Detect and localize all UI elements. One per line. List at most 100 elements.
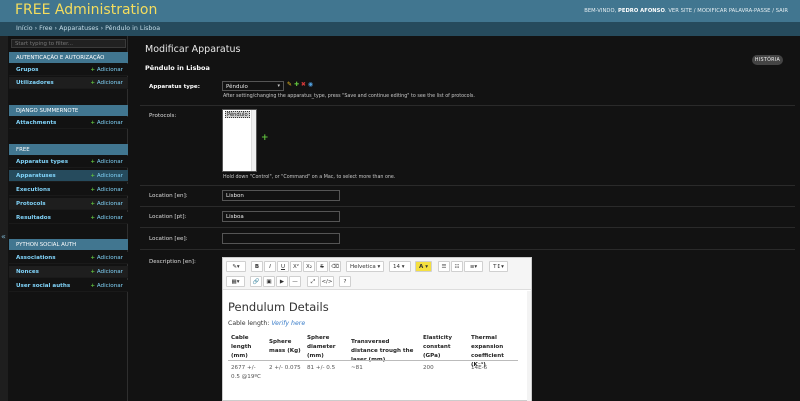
add-plus-icon[interactable]: ✚ — [294, 81, 299, 88]
sidebar-item-attachments[interactable]: Attachments + Adicionar — [9, 117, 128, 129]
sidebar-item-user-social-auths[interactable]: User social auths + Adicionar — [9, 280, 128, 292]
sidebar-item-associations[interactable]: Associations + Adicionar — [9, 252, 128, 264]
sidebar-collapse-toggle[interactable]: « — [0, 36, 8, 401]
editor-content[interactable]: Pendulum Details Cable length: Verify he… — [223, 291, 531, 401]
module-caption-auth[interactable]: AUTENTICAÇÃO E AUTORIZAÇÃO — [9, 52, 128, 63]
font-family-dropdown[interactable]: Helvetica ▾ — [346, 261, 384, 272]
sidebar-item-executions[interactable]: Executions + Adicionar — [9, 184, 128, 196]
nav-filter-input[interactable]: Start typing to filter... — [11, 39, 126, 48]
sidebar-item-label[interactable]: Associations — [16, 255, 56, 261]
description-en-label: Description [en]: — [149, 259, 196, 265]
module-caption-social-auth[interactable]: PYTHON SOCIAL AUTH — [9, 239, 128, 250]
link-icon[interactable]: 🔗 — [250, 276, 262, 287]
form-row-location-pt: Location [pt]: Lisboa — [140, 207, 795, 228]
table-cell: 2 +/- 0.075 — [269, 365, 301, 371]
add-plus-icon[interactable]: + — [261, 133, 269, 143]
site-brand[interactable]: FREE Administration — [15, 2, 157, 18]
add-link[interactable]: + Adicionar — [90, 215, 123, 221]
picture-icon[interactable]: ▣ — [263, 276, 275, 287]
add-link[interactable]: + Adicionar — [90, 67, 123, 73]
table-cell: 200 — [423, 365, 434, 371]
sidebar-item-label[interactable]: Attachments — [16, 120, 56, 126]
fullscreen-icon[interactable]: ⤢ — [307, 276, 319, 287]
sidebar-item-apparatus-types[interactable]: Apparatus types + Adicionar — [9, 156, 128, 168]
apparatus-type-select[interactable]: Pêndulo ▾ — [222, 81, 284, 91]
sidebar-item-label[interactable]: Resultados — [16, 215, 51, 221]
table-header: Elasticity constant (GPa) — [423, 335, 452, 359]
help-icon[interactable]: ? — [339, 276, 351, 287]
protocols-multiselect[interactable]: Pêndulo — [222, 109, 257, 172]
table-cell: 2677 +/- 0.5 @19ºC — [231, 365, 261, 380]
sidebar-item-protocols[interactable]: Protocols + Adicionar — [9, 198, 128, 210]
ordered-list-button[interactable]: ☷ — [451, 261, 463, 272]
code-view-icon[interactable]: </> — [320, 276, 334, 287]
location-ee-input[interactable] — [222, 233, 340, 244]
editor-scrollbar[interactable] — [527, 291, 531, 401]
sidebar-item-label[interactable]: Nonces — [16, 269, 39, 275]
add-link[interactable]: + Adicionar — [90, 159, 123, 165]
form-row-protocols: Protocols: Pêndulo + Hold down "Control"… — [140, 106, 795, 186]
horizontal-rule-icon[interactable]: — — [289, 276, 301, 287]
text-color-button[interactable]: A ▾ — [415, 261, 432, 272]
view-site-link[interactable]: VER SITE — [668, 8, 692, 14]
welcome-text: BEM-VINDO, — [584, 8, 617, 14]
content-heading: Pendulum Details — [228, 300, 329, 314]
rich-text-editor[interactable]: ✎▾ B I U X² X₂ S ⌫ Helvetica ▾ 14 ▾ A ▾ … — [222, 257, 532, 401]
plus-icon: + — [90, 159, 96, 165]
location-en-input[interactable]: Lisbon — [222, 190, 340, 201]
add-link[interactable]: + Adicionar — [90, 120, 123, 126]
add-link[interactable]: + Adicionar — [90, 255, 123, 261]
add-link[interactable]: + Adicionar — [90, 80, 123, 86]
logout-link[interactable]: SAIR — [776, 8, 788, 14]
sidebar-item-label[interactable]: Apparatuses — [16, 173, 56, 179]
line-height-dropdown[interactable]: T↕▾ — [489, 261, 508, 272]
superscript-button[interactable]: X² — [290, 261, 302, 272]
double-chevron-left-icon[interactable]: « — [1, 232, 6, 241]
add-link[interactable]: + Adicionar — [90, 187, 123, 193]
change-password-link[interactable]: MODIFICAR PALAVRA-PASSE — [697, 8, 770, 14]
plus-icon: + — [90, 269, 96, 275]
unordered-list-button[interactable]: ☰ — [438, 261, 450, 272]
site-header: FREE Administration BEM-VINDO, PEDRO AFO… — [0, 0, 800, 22]
sidebar-item-label[interactable]: Apparatus types — [16, 159, 68, 165]
sidebar-item-label[interactable]: Executions — [16, 187, 50, 193]
italic-button[interactable]: I — [264, 261, 276, 272]
sidebar-item-label[interactable]: Protocols — [16, 201, 46, 207]
font-size-dropdown[interactable]: 14 ▾ — [389, 261, 411, 272]
verify-link[interactable]: Verify here — [271, 320, 305, 327]
bold-button[interactable]: B — [251, 261, 263, 272]
add-link[interactable]: + Adicionar — [90, 269, 123, 275]
sidebar-item-resultados[interactable]: Resultados + Adicionar — [9, 212, 128, 224]
plus-icon: + — [90, 67, 96, 73]
sidebar-item-nonces[interactable]: Nonces + Adicionar — [9, 266, 128, 278]
video-icon[interactable]: ▶ — [276, 276, 288, 287]
sidebar-item-utilizadores[interactable]: Utilizadores + Adicionar — [9, 77, 128, 89]
subscript-button[interactable]: X₂ — [303, 261, 315, 272]
sidebar-item-apparatuses[interactable]: Apparatuses + Adicionar — [9, 170, 128, 182]
history-button[interactable]: HISTÓRIA — [752, 55, 783, 65]
magic-style-button[interactable]: ✎▾ — [226, 261, 246, 272]
table-dropdown[interactable]: ▦▾ — [226, 276, 245, 287]
add-link[interactable]: + Adicionar — [90, 173, 123, 179]
strikethrough-button[interactable]: S — [316, 261, 328, 272]
location-pt-input[interactable]: Lisboa — [222, 211, 340, 222]
module-caption-free[interactable]: FREE — [9, 144, 128, 155]
protocol-option[interactable]: Pêndulo — [225, 111, 250, 118]
underline-button[interactable]: U — [277, 261, 289, 272]
add-link[interactable]: + Adicionar — [90, 201, 123, 207]
breadcrumb[interactable]: Início › Free › Apparatuses › Pêndulo in… — [0, 22, 800, 36]
delete-x-icon[interactable]: ✖ — [301, 81, 306, 88]
add-link[interactable]: + Adicionar — [90, 283, 123, 289]
sidebar-item-label[interactable]: Utilizadores — [16, 80, 54, 86]
sidebar-item-grupos[interactable]: Grupos + Adicionar — [9, 64, 128, 76]
form-row-location-ee: Location [ee]: — [140, 228, 795, 250]
view-eye-icon[interactable]: ◉ — [308, 81, 313, 88]
user-tools: BEM-VINDO, PEDRO AFONSO. VER SITE / MODI… — [584, 8, 788, 14]
edit-pencil-icon[interactable]: ✎ — [287, 81, 292, 88]
multiselect-scrollbar[interactable] — [251, 110, 256, 171]
eraser-icon[interactable]: ⌫ — [329, 261, 341, 272]
sidebar-item-label[interactable]: Grupos — [16, 67, 39, 73]
sidebar-item-label[interactable]: User social auths — [16, 283, 70, 289]
paragraph-align-dropdown[interactable]: ≡▾ — [464, 261, 483, 272]
module-caption-summernote[interactable]: DJANGO SUMMERNOTE — [9, 105, 128, 116]
